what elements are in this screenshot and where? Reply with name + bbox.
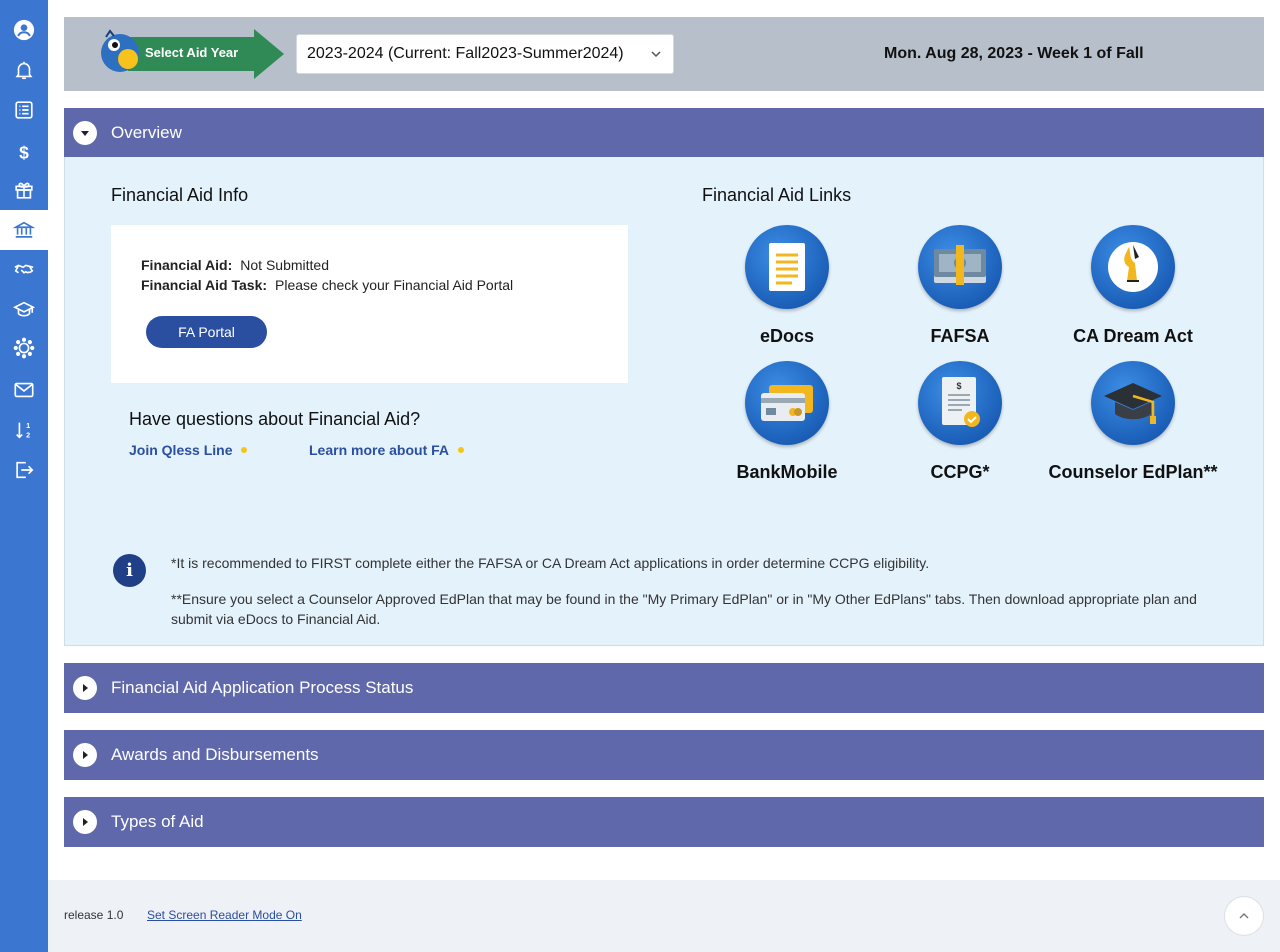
info-icon: i (113, 554, 146, 587)
ca-dream-act-link[interactable]: CA Dream Act (1048, 225, 1218, 346)
expand-toggle[interactable] (73, 810, 97, 834)
caret-right-icon (83, 751, 88, 759)
screen-reader-mode-link[interactable]: Set Screen Reader Mode On (147, 908, 302, 922)
caret-down-icon (81, 131, 89, 136)
svg-text:$: $ (956, 381, 961, 391)
graduation-cap-icon (13, 301, 35, 317)
footer: release 1.0 Set Screen Reader Mode On (48, 880, 1280, 952)
dollar-icon: $ (19, 142, 29, 162)
financial-aid-info-card: Financial Aid: Not Submitted Financial Ai… (111, 225, 628, 383)
select-aid-year-logo: Select Aid Year (98, 29, 284, 79)
sidebar-item-logout[interactable] (0, 450, 48, 490)
bullet-dot-icon (458, 447, 465, 453)
edocs-link[interactable]: eDocs (702, 225, 872, 346)
sidebar-item-profile[interactable] (0, 10, 48, 50)
logout-icon (16, 461, 34, 479)
fafsa-link[interactable]: FAFSA (875, 225, 1045, 346)
current-date: Mon. Aug 28, 2023 - Week 1 of Fall (884, 45, 1144, 62)
bell-icon (15, 61, 33, 80)
svg-text:2: 2 (26, 430, 30, 439)
fa-task-label: Financial Aid Task: (141, 277, 268, 293)
edocs-label: eDocs (759, 326, 815, 346)
financial-aid-info-title: Financial Aid Info (111, 185, 249, 205)
aid-year-bar: Select Aid Year 2023-2024 (Current: Fall… (64, 17, 1264, 91)
learn-more-label: Learn more about FA (309, 442, 450, 458)
svg-text:$: $ (19, 142, 29, 162)
select-aid-year-text: Select Aid Year (145, 45, 239, 60)
bank-icon (13, 221, 35, 238)
aid-year-selected-value: 2023-2024 (Current: Fall2023-Summer2024) (307, 45, 624, 62)
section-title: Awards and Disbursements (111, 745, 319, 764)
caret-right-icon (83, 818, 88, 826)
sidebar: $ 12 (0, 0, 48, 952)
main-content: Select Aid Year 2023-2024 (Current: Fall… (48, 0, 1280, 880)
join-qless-link[interactable]: Join Qless Line (129, 442, 248, 458)
handshake-icon (14, 264, 34, 274)
section-title: Financial Aid Application Process Status (111, 678, 414, 697)
aid-year-select[interactable]: 2023-2024 (Current: Fall2023-Summer2024) (296, 34, 674, 74)
types-of-aid-panel-header[interactable]: Types of Aid (64, 797, 1264, 847)
ca-dream-act-label: CA Dream Act (1073, 326, 1193, 346)
overview-panel-header[interactable]: Overview (64, 108, 1264, 158)
bankmobile-label: BankMobile (736, 462, 838, 482)
dream-act-icon (1091, 225, 1175, 309)
sidebar-item-list[interactable] (0, 90, 48, 130)
fa-portal-button[interactable]: FA Portal (146, 316, 267, 348)
chevron-up-icon (1239, 913, 1249, 919)
document-icon (745, 225, 829, 309)
svg-text:1: 1 (26, 421, 30, 430)
sidebar-item-counseling[interactable] (0, 250, 48, 290)
scroll-to-top-button[interactable] (1224, 896, 1264, 936)
counselor-edplan-label: Counselor EdPlan** (1048, 462, 1218, 482)
sidebar-item-notifications[interactable] (0, 50, 48, 90)
mortarboard-icon (1091, 361, 1175, 445)
expand-toggle[interactable] (73, 676, 97, 700)
questions-title: Have questions about Financial Aid? (129, 409, 421, 429)
overview-title: Overview (111, 123, 182, 142)
learn-more-fa-link[interactable]: Learn more about FA (309, 442, 465, 458)
fa-task-row: Financial Aid Task: Please check your Fin… (141, 277, 513, 293)
certificate-icon: $ (918, 361, 1002, 445)
ccpg-note: *It is recommended to FIRST complete eit… (171, 555, 930, 571)
section-title: Types of Aid (111, 812, 204, 831)
select-chevron-icon (651, 51, 661, 58)
money-stack-icon (918, 225, 1002, 309)
ccpg-label: CCPG* (930, 462, 990, 482)
ccpg-link[interactable]: $ CCPG* (875, 361, 1045, 482)
fa-task-value: Please check your Financial Aid Portal (275, 277, 514, 293)
collapse-toggle[interactable] (73, 121, 97, 145)
bankmobile-link[interactable]: BankMobile (702, 361, 872, 482)
sidebar-item-gift[interactable] (0, 170, 48, 210)
caret-right-icon (83, 684, 88, 692)
fa-status-row: Financial Aid: Not Submitted (141, 257, 329, 273)
fa-status-label: Financial Aid: (141, 257, 233, 273)
credit-card-icon (745, 361, 829, 445)
sidebar-item-mail[interactable] (0, 370, 48, 410)
release-version: release 1.0 (64, 908, 124, 922)
overview-panel-body: Financial Aid Info Financial Aid Links F… (64, 157, 1264, 646)
list-icon (15, 101, 33, 119)
sidebar-item-education[interactable] (0, 290, 48, 330)
profile-icon (13, 19, 35, 41)
sort-icon: 12 (16, 421, 30, 439)
edplan-note: **Ensure you select a Counselor Approved… (171, 591, 1197, 627)
mail-icon (14, 382, 34, 398)
fa-status-value: Not Submitted (240, 257, 329, 273)
fafsa-label: FAFSA (930, 326, 990, 346)
canvas-icon (13, 337, 35, 359)
sidebar-item-finances[interactable]: $ (0, 132, 48, 172)
expand-toggle[interactable] (73, 743, 97, 767)
sidebar-item-canvas[interactable] (0, 328, 48, 368)
sidebar-item-financial-aid[interactable] (0, 210, 48, 250)
gift-icon (15, 182, 33, 199)
sidebar-item-sort[interactable]: 12 (0, 410, 48, 450)
awards-disbursements-panel-header[interactable]: Awards and Disbursements (64, 730, 1264, 780)
join-qless-label: Join Qless Line (129, 442, 233, 458)
bullet-dot-icon (241, 447, 248, 453)
application-status-panel-header[interactable]: Financial Aid Application Process Status (64, 663, 1264, 713)
counselor-edplan-link[interactable]: Counselor EdPlan** (1048, 361, 1218, 482)
financial-aid-links-title: Financial Aid Links (702, 185, 852, 205)
